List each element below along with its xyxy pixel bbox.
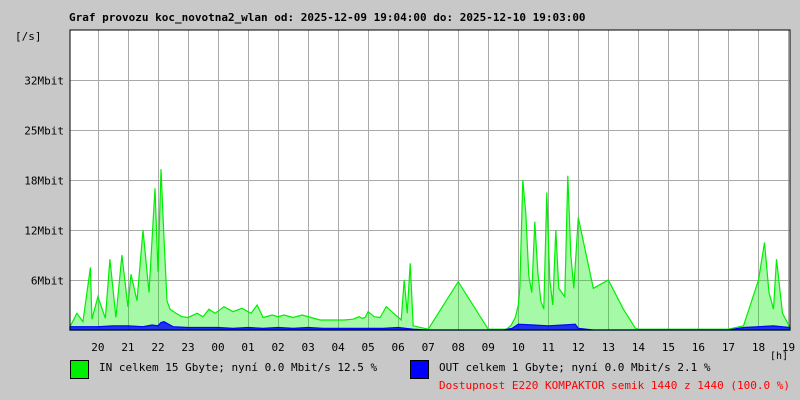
legend-in-swatch xyxy=(70,360,89,379)
x-tick-label: 14 xyxy=(632,341,646,354)
x-axis-unit: [h] xyxy=(770,351,788,362)
x-tick-label: 04 xyxy=(331,341,345,354)
x-tick-label: 13 xyxy=(602,341,615,354)
traffic-chart: 6Mbit 12Mbit 18Mbit 25Mbit 32Mbit 20 21 22 23 00… xyxy=(15,29,795,362)
availability-text: Dostupnost E220 KOMPAKTOR semik 1440 z 1… xyxy=(439,379,790,392)
x-tick-label: 12 xyxy=(572,341,585,354)
x-tick-label: 10 xyxy=(512,341,525,354)
y-tick-label: 25Mbit xyxy=(24,125,64,138)
x-tick-label: 18 xyxy=(752,341,765,354)
y-axis: 6Mbit 12Mbit 18Mbit 25Mbit 32Mbit xyxy=(24,75,64,288)
x-tick-label: 22 xyxy=(151,341,164,354)
x-tick-label: 15 xyxy=(662,341,675,354)
y-tick-label: 32Mbit xyxy=(24,75,64,88)
x-tick-label: 16 xyxy=(692,341,705,354)
y-tick-label: 12Mbit xyxy=(24,225,64,238)
x-tick-label: 01 xyxy=(241,341,254,354)
x-tick-label: 20 xyxy=(91,341,104,354)
x-tick-label: 23 xyxy=(181,341,194,354)
x-tick-label: 03 xyxy=(301,341,314,354)
y-axis-unit: [/s] xyxy=(15,30,42,43)
x-tick-label: 07 xyxy=(422,341,435,354)
legend-out-text: OUT celkem 1 Gbyte; nyní 0.0 Mbit/s 2.1 … xyxy=(439,361,711,374)
x-axis: 20 21 22 23 00 01 02 03 04 05 06 07 08 09 10 11 12 13 14 15… xyxy=(91,341,795,354)
x-tick-label: 00 xyxy=(211,341,224,354)
legend-out-swatch xyxy=(410,360,429,379)
x-tick-label: 05 xyxy=(362,341,375,354)
x-tick-label: 09 xyxy=(482,341,495,354)
y-tick-label: 18Mbit xyxy=(24,175,64,188)
x-tick-label: 08 xyxy=(452,341,465,354)
x-tick-label: 06 xyxy=(392,341,405,354)
x-tick-label: 17 xyxy=(722,341,735,354)
x-tick-label: 21 xyxy=(121,341,134,354)
y-tick-label: 6Mbit xyxy=(31,275,64,288)
x-tick-label: 02 xyxy=(271,341,284,354)
legend-in-text: IN celkem 15 Gbyte; nyní 0.0 Mbit/s 12.5… xyxy=(99,361,378,374)
x-tick-label: 11 xyxy=(542,341,555,354)
